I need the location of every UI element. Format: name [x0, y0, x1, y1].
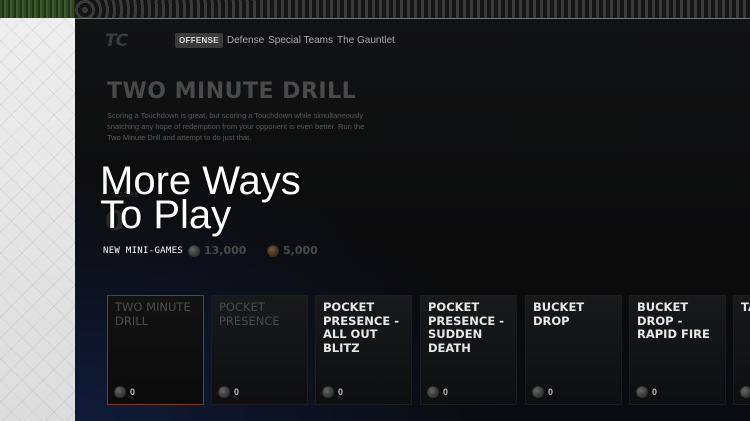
card-pocket-presence-all-out-blitz[interactable]: POCKET PRESENCE - ALL OUT BLITZ 0: [315, 295, 412, 405]
count-value: 0: [130, 387, 136, 397]
card-title: TA PA: [741, 300, 750, 314]
card-count: 0: [427, 386, 448, 398]
mode-title: TWO MINUTE DRILL: [107, 79, 357, 104]
silver-coin-icon: [188, 244, 200, 257]
card-two-minute-drill[interactable]: TWO MINUTE DRILL 0: [107, 295, 204, 405]
card-bucket-drop-rapid-fire[interactable]: BUCKET DROP - RAPID FIRE 0: [629, 295, 726, 405]
main-panel: TC OFFENSE Defense Special Teams The Gau…: [75, 19, 750, 421]
count-value: 0: [443, 387, 449, 397]
card-count: 0: [636, 386, 657, 398]
reward-silver: 13,000: [188, 244, 246, 257]
tab-defense[interactable]: Defense: [227, 35, 264, 46]
count-value: 0: [652, 387, 658, 397]
top-banner: [75, 0, 750, 19]
card-title: BUCKET DROP: [533, 300, 585, 328]
coin-icon: [636, 386, 648, 398]
coin-icon: [322, 386, 334, 398]
card-title: POCKET PRESENCE - SUDDEN DEATH: [428, 300, 504, 355]
coin-icon: [740, 386, 750, 398]
mode-tabs: OFFENSE Defense Special Teams The Gauntl…: [175, 33, 395, 48]
headline-line-2: To Play: [100, 193, 232, 237]
coin-icon: [532, 386, 544, 398]
brand-logo: TC: [105, 31, 128, 51]
coin-icon: [427, 386, 439, 398]
card-title: POCKET PRESENCE: [219, 300, 280, 328]
tab-special-teams[interactable]: Special Teams: [268, 35, 333, 46]
card-title: POCKET PRESENCE - ALL OUT BLITZ: [323, 300, 399, 355]
count-value: 0: [548, 387, 554, 397]
count-value: 0: [234, 387, 240, 397]
bronze-coin-icon: [267, 244, 279, 257]
card-count: 0: [218, 386, 239, 398]
overlay-subtitle: NEW MINI-GAMES: [103, 246, 184, 256]
reward-bronze: 5,000: [267, 244, 318, 257]
reward-value: 13,000: [204, 244, 247, 257]
tab-the-gauntlet[interactable]: The Gauntlet: [337, 35, 395, 46]
mini-game-cards: TWO MINUTE DRILL 0 POCKET PRESENCE 0 POC…: [107, 295, 750, 405]
overlay-headline: More Ways To Play: [100, 161, 301, 237]
card-pocket-presence[interactable]: POCKET PRESENCE 0: [211, 295, 308, 405]
left-decorative-panel: [0, 0, 75, 421]
card-count: 0: [532, 386, 553, 398]
card-partial[interactable]: TA PA 0: [733, 295, 750, 405]
card-count: 0: [114, 386, 135, 398]
card-count: 0: [740, 386, 750, 398]
coin-icon: [114, 386, 126, 398]
card-bucket-drop[interactable]: BUCKET DROP 0: [525, 295, 622, 405]
reward-value: 5,000: [283, 244, 318, 257]
card-title: TWO MINUTE DRILL: [115, 300, 191, 328]
count-value: 0: [338, 387, 344, 397]
turf-strip: [0, 0, 75, 18]
card-count: 0: [322, 386, 343, 398]
coin-icon: [218, 386, 230, 398]
mode-description: Scoring a Touchdown is great, but scorin…: [107, 111, 365, 142]
tab-offense[interactable]: OFFENSE: [175, 33, 223, 48]
card-pocket-presence-sudden-death[interactable]: POCKET PRESENCE - SUDDEN DEATH 0: [420, 295, 517, 405]
card-title: BUCKET DROP - RAPID FIRE: [637, 300, 710, 341]
